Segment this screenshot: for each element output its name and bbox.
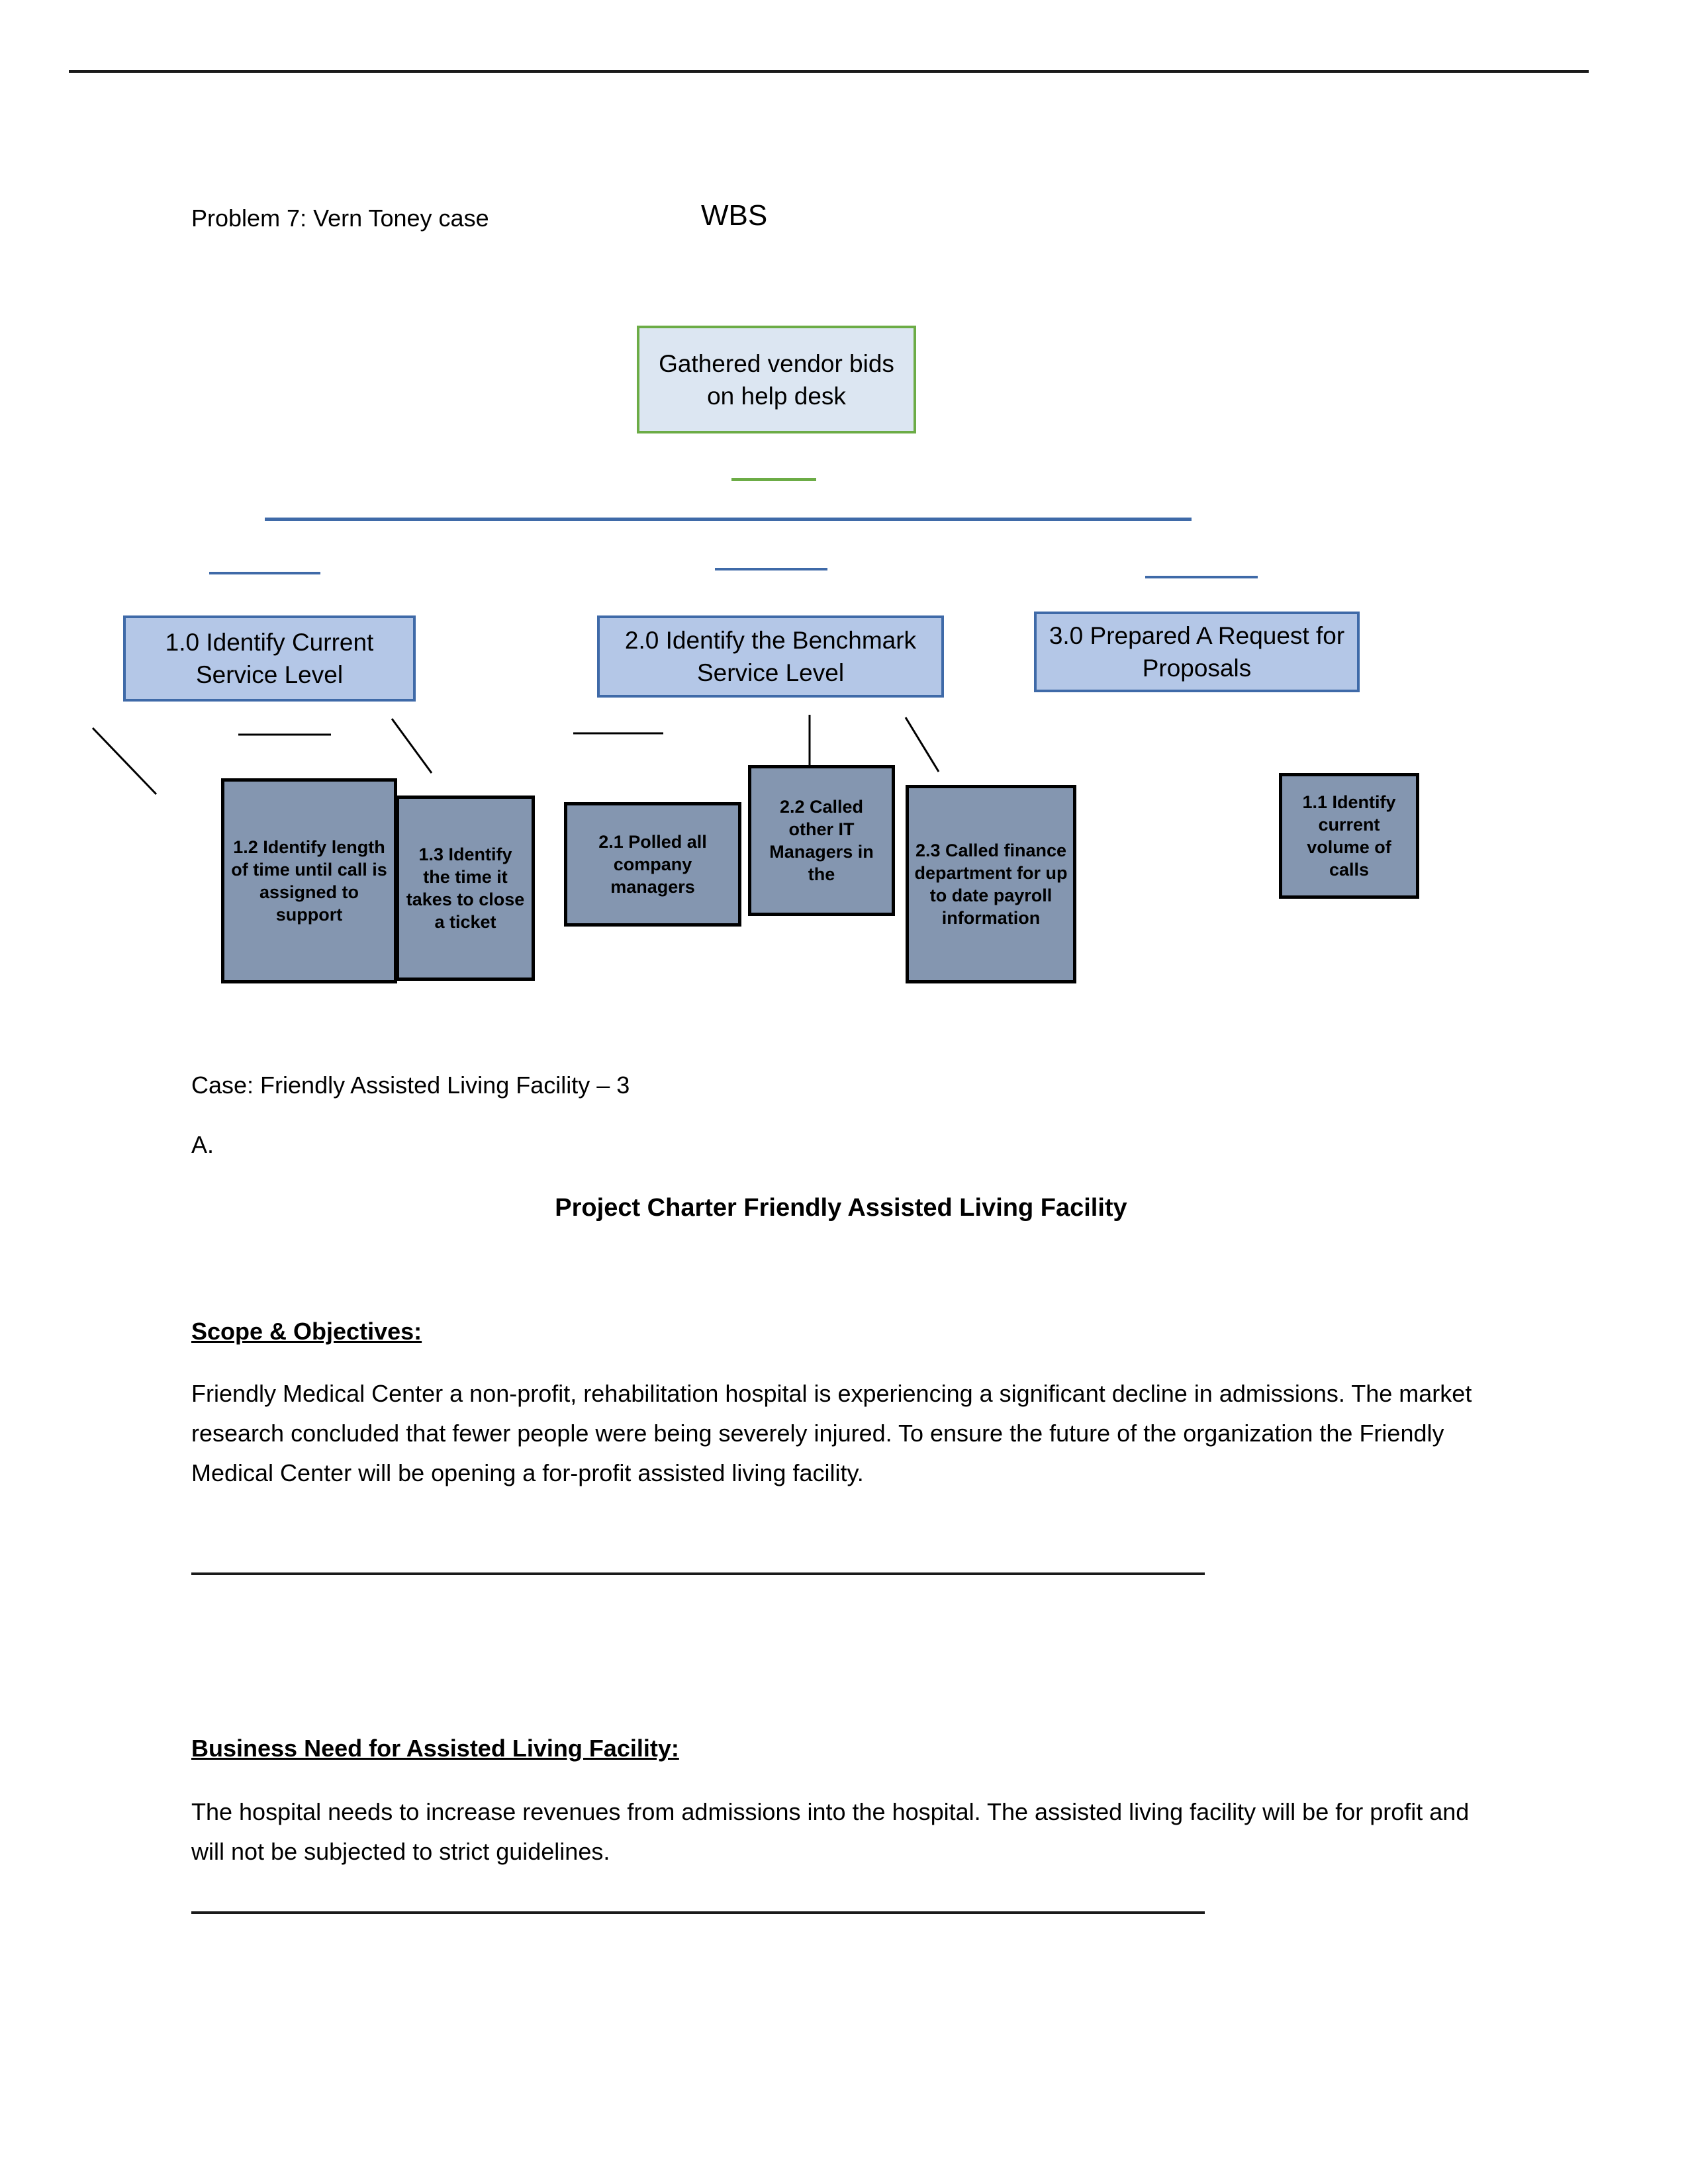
connector-stub-2-0 (715, 568, 827, 570)
connector-stub-3-0 (1145, 576, 1258, 578)
wbs-node-1-1[interactable]: 1.1 Identify current volume of calls (1279, 773, 1419, 899)
wbs-node-2-1-label: 2.1 Polled all company managers (598, 832, 707, 897)
scope-divider (191, 1572, 1205, 1575)
case-line: Case: Friendly Assisted Living Facility … (191, 1071, 630, 1099)
wbs-node-1-0-label: 1.0 Identify Current Service Level (165, 629, 374, 688)
wbs-node-root[interactable]: Gathered vendor bids on help desk (637, 326, 916, 433)
wbs-node-2-0[interactable]: 2.0 Identify the Benchmark Service Level (597, 615, 944, 698)
wbs-node-2-2[interactable]: 2.2 Called other IT Managers in the (748, 765, 895, 916)
connector-diag-1-0-left (91, 727, 158, 796)
document-page: Problem 7: Vern Toney case WBS Gathered … (0, 0, 1688, 2184)
wbs-node-3-0-label: 3.0 Prepared A Request for Proposals (1049, 622, 1345, 682)
scope-objectives-body: Friendly Medical Center a non-profit, re… (191, 1380, 1472, 1486)
connector-horizontal-bus (265, 518, 1192, 521)
business-need-body: The hospital needs to increase revenues … (191, 1798, 1470, 1865)
wbs-node-3-0[interactable]: 3.0 Prepared A Request for Proposals (1034, 612, 1360, 692)
wbs-node-1-0[interactable]: 1.0 Identify Current Service Level (123, 615, 416, 702)
wbs-node-2-3[interactable]: 2.3 Called finance department for up to … (906, 785, 1076, 983)
wbs-node-1-2[interactable]: 1.2 Identify length of time until call i… (221, 778, 397, 983)
connector-diag-1-3 (391, 718, 433, 774)
wbs-node-1-1-label: 1.1 Identify current volume of calls (1302, 792, 1396, 880)
wbs-node-2-0-label: 2.0 Identify the Benchmark Service Level (624, 627, 917, 686)
wbs-node-2-1[interactable]: 2.1 Polled all company managers (564, 802, 741, 927)
connector-diag-2-3 (904, 717, 940, 772)
scope-objectives-heading: Scope & Objectives: (191, 1318, 422, 1345)
business-need-divider (191, 1911, 1205, 1914)
connector-root-stub (731, 478, 816, 481)
project-charter-title: Project Charter Friendly Assisted Living… (555, 1194, 1127, 1222)
wbs-node-1-3[interactable]: 1.3 Identify the time it takes to close … (396, 796, 535, 981)
wbs-node-2-3-label: 2.3 Called finance department for up to … (914, 841, 1068, 928)
business-need-heading: Business Need for Assisted Living Facili… (191, 1735, 679, 1762)
item-label-a: A. (191, 1131, 214, 1158)
wbs-node-1-2-label: 1.2 Identify length of time until call i… (231, 837, 387, 925)
wbs-node-2-2-label: 2.2 Called other IT Managers in the (769, 797, 874, 884)
wbs-diagram: Gathered vendor bids on help desk 1.0 Id… (0, 0, 1688, 1032)
connector-stub-1-0 (209, 572, 320, 574)
wbs-node-1-3-label: 1.3 Identify the time it takes to close … (406, 844, 525, 932)
wbs-node-root-label: Gathered vendor bids on help desk (659, 349, 894, 410)
